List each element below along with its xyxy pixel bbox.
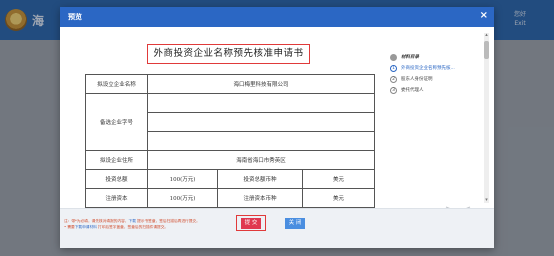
footer-note: • 需要下载申请材料 打印后签字盖章，签章后的扫描件请提交。: [64, 225, 168, 230]
download-materials-link[interactable]: 下载申请材料: [75, 225, 97, 229]
dialog-header: 预览 ×: [60, 7, 494, 27]
form-value: [147, 112, 375, 132]
close-button[interactable]: 关 闭: [285, 218, 305, 229]
dialog-title: 预览: [68, 13, 82, 21]
download-link[interactable]: 下载: [129, 219, 136, 223]
step-item[interactable]: 3 委托代理人: [390, 85, 485, 95]
table-row: 拟设立企业名称 海口梅里科技有限公司: [85, 74, 375, 94]
scroll-up-icon[interactable]: ▴: [484, 33, 489, 38]
form-label: 拟设企业住所: [85, 150, 148, 170]
form-label: 注册资本: [85, 188, 148, 208]
note-text: • 需要: [64, 225, 75, 229]
form-label: 投资总额: [85, 169, 148, 189]
close-icon[interactable]: ×: [480, 10, 488, 21]
document-viewer[interactable]: 外商投资企业名称预先核准申请书 拟设立企业名称 海口梅里科技有限公司 备选企业字…: [60, 27, 494, 209]
form-value: [147, 93, 375, 113]
title-highlight: 外商投资企业名称预先核准申请书: [147, 44, 310, 64]
steps-header-label: 材料目录: [401, 55, 419, 60]
footer-note: 注：带*为必填，请先核对填报的内容，下载 提示书签章，签后扫描后再进行提交。: [64, 219, 200, 224]
step-number: 2: [390, 75, 397, 83]
note-text: 注：带*为必填，请先核对填报的内容，: [64, 219, 129, 223]
step-number: 1: [390, 64, 397, 72]
step-item[interactable]: 2 股东人身份证明: [390, 74, 485, 84]
step-number: 3: [390, 86, 397, 94]
form-label: 拟设立企业名称: [85, 74, 148, 94]
form-value: 海口梅里科技有限公司: [147, 74, 375, 94]
document-title: 外商投资企业名称预先核准申请书: [153, 48, 304, 59]
form-value: 美元: [302, 188, 375, 208]
form-label: 投资总额币种: [217, 169, 303, 189]
table-row: 注册资本 100(万元) 注册资本币种 美元: [85, 188, 375, 208]
dialog-footer: 注：带*为必填，请先核对填报的内容，下载 提示书签章，签后扫描后再进行提交。 •…: [60, 208, 494, 248]
table-row: 投资总额 100(万元) 投资总额币种 美元: [85, 169, 375, 189]
form-value: 海南省海口市秀英区: [147, 150, 375, 170]
preview-dialog: 预览 × 外商投资企业名称预先核准申请书 拟设立企业名称 海口梅里科技有限公司 …: [60, 7, 494, 248]
form-value: 美元: [302, 169, 375, 189]
note-text: 提示书签章，签后扫描后再进行提交。: [135, 219, 200, 223]
form-label: 备选企业字号: [85, 93, 148, 151]
form-label: 注册资本币种: [217, 188, 303, 208]
form-value: 100(万元): [147, 188, 218, 208]
step-label: 外商投资企业名称预先核...: [401, 66, 455, 71]
submit-button[interactable]: 提 交: [241, 218, 261, 229]
catalog-icon: [390, 53, 397, 61]
application-form-table: 拟设立企业名称 海口梅里科技有限公司 备选企业字号 拟设企业住所 海南省海口市秀…: [85, 74, 375, 208]
note-text: 打印后签字盖章，签章后的扫描件请提交。: [96, 225, 169, 229]
step-label: 股东人身份证明: [401, 77, 433, 82]
scroll-thumb[interactable]: [484, 41, 489, 59]
table-row: 备选企业字号: [85, 93, 375, 151]
step-label: 委托代理人: [401, 88, 424, 93]
form-value: 100(万元): [147, 169, 218, 189]
form-value: [147, 131, 375, 151]
vertical-scrollbar[interactable]: ▴ ▾: [484, 33, 489, 203]
scroll-down-icon[interactable]: ▾: [484, 198, 489, 203]
table-row: 拟设企业住所 海南省海口市秀英区: [85, 150, 375, 170]
material-steps: 材料目录 1 外商投资企业名称预先核... 2 股东人身份证明 3 委托代理人: [390, 52, 485, 96]
step-item[interactable]: 1 外商投资企业名称预先核...: [390, 63, 485, 73]
steps-header: 材料目录: [390, 52, 485, 62]
